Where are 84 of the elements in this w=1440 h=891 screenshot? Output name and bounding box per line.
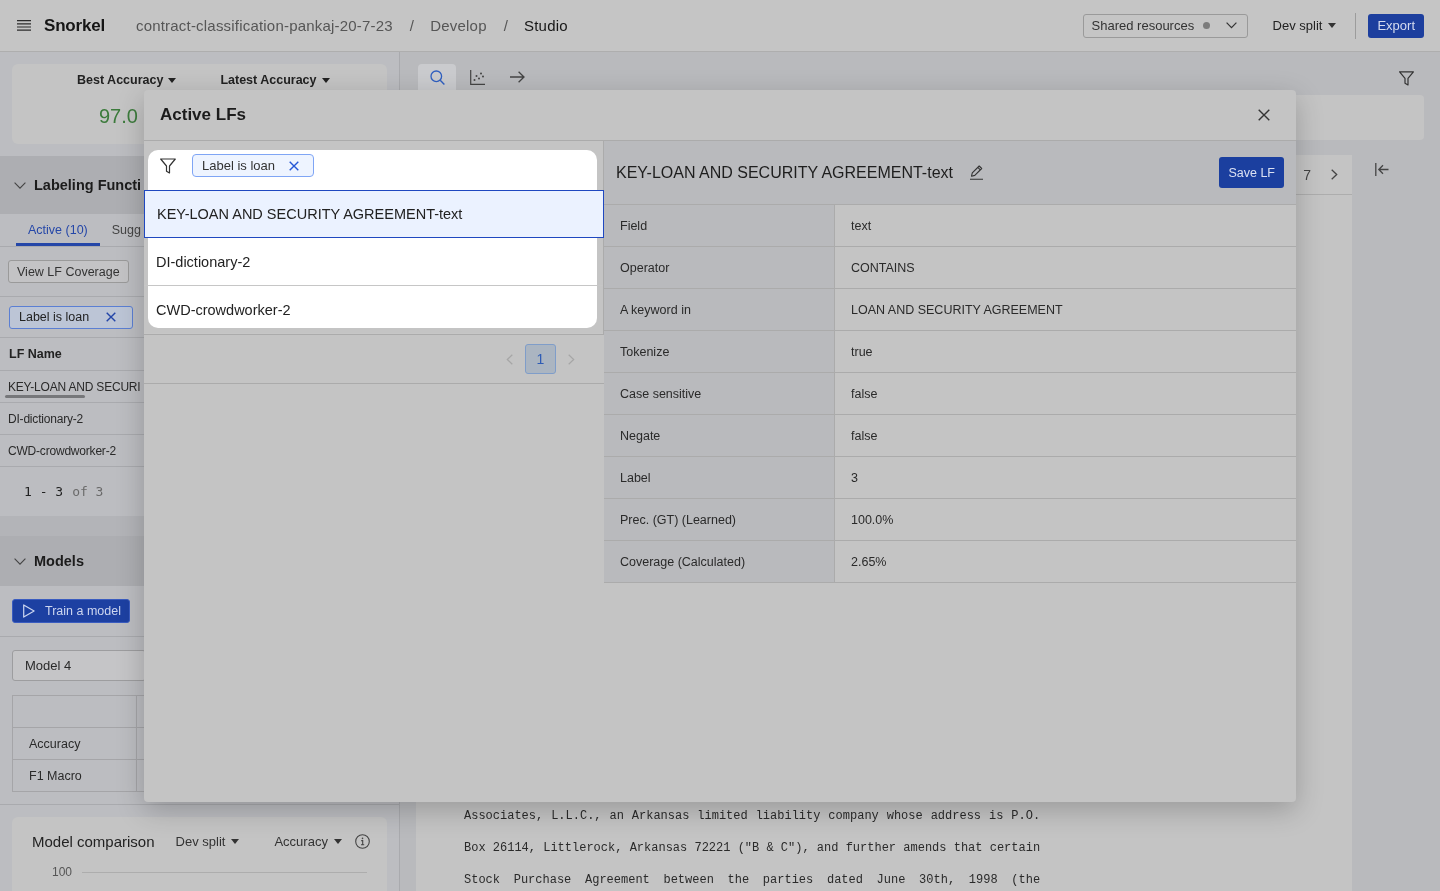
caret-icon [321,77,330,83]
arrow-right-icon [509,71,525,83]
filter-icon[interactable] [160,157,176,174]
field-value: text [850,217,873,235]
card-title: Model comparison [32,832,155,850]
metric-value: 97.0 [98,104,138,128]
field-label: Label [604,457,835,498]
field-value: CONTAINS [850,259,916,277]
train-model-button[interactable]: Train a model [12,599,130,623]
chevron-down-icon [1225,22,1237,29]
lf-name-text: KEY-LOAN AND SECURI [8,379,141,394]
close-icon[interactable] [289,160,299,171]
pagination-range: 1 - 3 [24,484,64,499]
filter-icon[interactable] [1399,71,1414,86]
section-title: Labeling Functi [34,177,142,193]
collapse-panel-icon[interactable] [1375,163,1389,176]
export-button[interactable]: Export [1368,13,1424,38]
field-value: true [850,343,874,361]
scatter-plot-icon [469,69,485,85]
caret-icon [333,838,342,844]
resources-select[interactable]: Shared resources [1082,13,1248,38]
breadcrumb-separator: / [409,17,415,34]
toolbar-tab[interactable] [418,64,456,90]
caret-icon [231,838,240,844]
field-label: A keyword in [604,289,835,330]
breadcrumb-link[interactable]: Studio [524,17,568,34]
modal-title: Active LFs [160,105,246,125]
save-button[interactable]: Save LF [1219,157,1284,188]
section-title: Models [34,553,84,569]
breadcrumb-link[interactable]: contract-classification-pankaj-20-7-23 [135,17,393,34]
chevron-right-icon[interactable] [1331,169,1338,180]
field-value: 100.0% [850,511,895,529]
metric-dropdown[interactable]: Best Accuracy [77,72,177,88]
metric-dropdown[interactable]: Accuracy [274,833,342,849]
field-label: Prec. (GT) (Learned) [604,499,835,540]
document-text: Associates, L.L.C., an Arkansas limited liability company whose address is P.O. [464,808,1041,824]
scrollbar-thumb[interactable] [5,395,85,398]
filter-chip[interactable]: Label is loan [192,154,314,177]
logo[interactable]: Snorkel [44,15,105,36]
field-label: Case sensitive [604,373,835,414]
breadcrumb-separator: / [503,17,509,34]
detail-title: KEY-LOAN AND SECURITY AGREEMENT-text [616,163,953,182]
document-text: Stock Purchase Agreement between the parties dated June 30th, 1998 (the [464,872,1041,888]
field-value: false [850,427,879,445]
list-item[interactable]: KEY-LOAN AND SECURITY AGREEMENT-text [144,190,604,238]
field-label: Tokenize [604,331,835,372]
list-item[interactable]: CWD-crowdworker-2 [144,286,603,334]
field-value: 3 [850,469,859,487]
caret-icon [1328,23,1337,28]
status-dot-icon [1203,22,1211,29]
field-value: LOAN AND SECURITY AGREEMENT [850,301,1064,319]
info-icon[interactable] [354,833,370,849]
search-icon [429,69,445,85]
filter-chip[interactable]: Label is loan [9,305,134,329]
lf-name-text: CWD-crowdworker-2 [8,443,116,458]
close-icon[interactable] [106,312,117,322]
table-cell: Accuracy [13,728,137,759]
caret-icon [168,77,177,83]
pencil-icon[interactable] [969,165,984,180]
split-dropdown[interactable]: Dev split [175,833,240,849]
column-header: LF Name [9,347,62,361]
axis-tick-label: 100 [51,865,73,879]
menu-icon[interactable] [17,20,31,31]
tab[interactable]: Sugg [99,214,141,246]
list-item[interactable]: DI-dictionary-2 [144,238,603,286]
split-dropdown[interactable]: Dev split [1272,18,1337,33]
lf-name-text: DI-dictionary-2 [8,411,84,426]
field-label: Field [604,205,835,246]
table-cell: F1 Macro [13,760,137,791]
pagination-total: of 3 [72,484,104,499]
field-label: Negate [604,415,835,456]
field-label: Coverage (Calculated) [604,541,835,582]
play-icon [23,604,35,618]
model-select[interactable]: Model 4 [12,650,146,681]
document-text: Box 26114, Littlerock, Arkansas 72221 ("B & C"), and further amends that certain [464,840,1041,856]
metric-dropdown[interactable]: Latest Accuracy [220,72,330,88]
close-icon[interactable] [1258,109,1270,121]
page-count: 7 [1303,166,1311,183]
tab[interactable]: Active (10) [16,214,100,246]
field-value: 2.65% [850,553,888,571]
field-value: false [850,385,879,403]
field-label: Operator [604,247,835,288]
breadcrumb-link[interactable]: Develop [430,17,487,34]
view-coverage-button[interactable]: View LF Coverage [8,260,129,283]
